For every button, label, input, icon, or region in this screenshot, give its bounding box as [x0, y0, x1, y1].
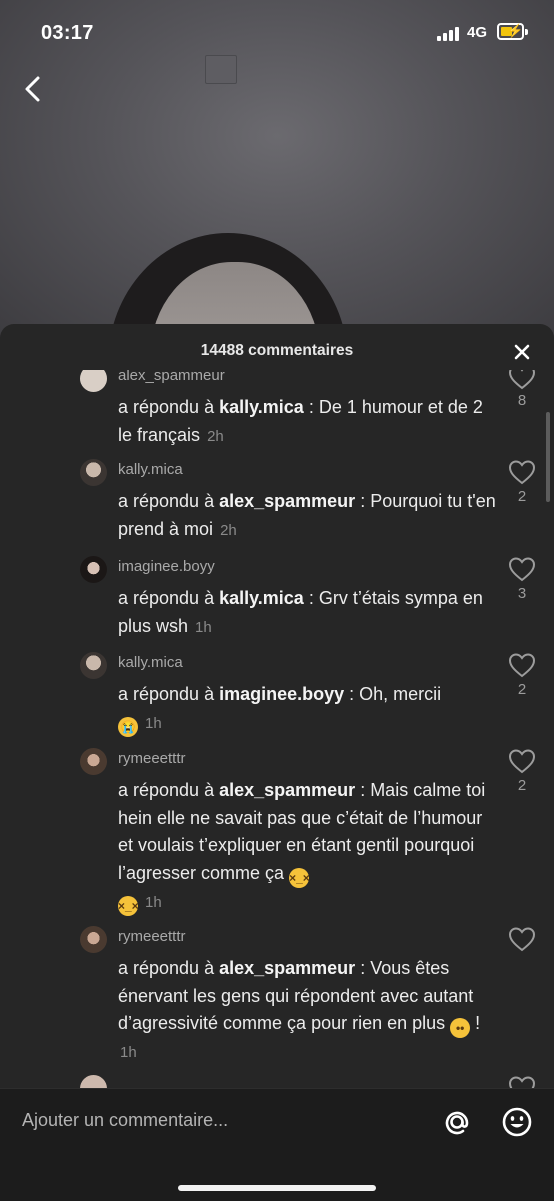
comment-count: 14488 commentaires: [200, 342, 354, 359]
emoji-button[interactable]: [500, 1105, 534, 1139]
avatar[interactable]: [80, 748, 107, 775]
like-count: 2: [517, 777, 527, 794]
heart-outline-icon[interactable]: [508, 652, 536, 678]
comment-text: a répondu à alex_spammeur : Pourquoi tu …: [118, 491, 496, 539]
signal-icon: [437, 26, 461, 41]
comment-username[interactable]: rymeeetttr: [118, 750, 186, 767]
heart-outline-icon[interactable]: [508, 459, 536, 485]
like-count: 8: [517, 392, 527, 409]
comment-time: 1h: [195, 618, 212, 636]
comment-input-bar: Ajouter un commentaire...: [0, 1088, 554, 1201]
close-button[interactable]: [511, 341, 533, 363]
avatar[interactable]: [80, 1075, 107, 1088]
back-button[interactable]: [20, 74, 50, 104]
comment-text: a répondu à kally.mica : De 1 humour et …: [118, 397, 483, 445]
status-time: 03:17: [41, 22, 94, 44]
avatar[interactable]: [80, 556, 107, 583]
comment-username[interactable]: kally.mica: [118, 654, 183, 671]
mention[interactable]: kally.mica: [219, 397, 304, 417]
mention[interactable]: alex_spammeur: [219, 958, 355, 978]
comment-time: 1h: [145, 714, 162, 732]
status-bar: 03:17 4G ⚡: [0, 0, 554, 64]
like-count: 2: [517, 488, 527, 505]
avatar[interactable]: [80, 652, 107, 679]
comment-input[interactable]: Ajouter un commentaire...: [22, 1110, 228, 1131]
dizzy-face-emoji-icon: ×_×: [118, 895, 139, 916]
scrollbar[interactable]: [546, 412, 550, 502]
smile-icon: [502, 1107, 532, 1137]
eye-roll-emoji-icon: ••: [450, 1018, 471, 1038]
comment-time: 2h: [220, 521, 237, 539]
comment-text: a répondu à alex_spammeur : Vous êtes én…: [118, 958, 481, 1061]
network-type: 4G: [467, 24, 488, 41]
heart-outline-icon[interactable]: [508, 748, 536, 774]
heart-outline-icon[interactable]: [508, 370, 536, 390]
close-icon: [514, 344, 530, 360]
comments-sheet: 14488 commentaires alex_spammeur a répon…: [0, 324, 554, 1200]
home-indicator[interactable]: [178, 1185, 376, 1191]
comment-text: a répondu à alex_spammeur : Mais calme t…: [118, 777, 498, 916]
comment-text: a répondu à imaginee.boyy : Oh, mercii 😭…: [118, 681, 498, 737]
comment-time: 1h: [145, 893, 162, 911]
comment-text: a répondu à kally.mica : Grv t’étais sym…: [118, 588, 483, 636]
comment-username[interactable]: kally.mica: [118, 461, 183, 478]
avatar[interactable]: [80, 370, 107, 392]
comment-time: 2h: [207, 427, 224, 445]
comment-username[interactable]: imaginee.boyy: [118, 558, 215, 575]
mention[interactable]: alex_spammeur: [219, 780, 355, 800]
comment-username[interactable]: alex_spammeur: [118, 370, 225, 384]
dizzy-face-emoji-icon: ×_×: [289, 867, 310, 888]
mention-button[interactable]: [440, 1105, 474, 1139]
mention[interactable]: imaginee.boyy: [219, 684, 344, 704]
avatar[interactable]: [80, 926, 107, 953]
avatar[interactable]: [80, 459, 107, 486]
chevron-left-icon: [25, 76, 40, 102]
battery-icon: ⚡: [497, 23, 528, 40]
mention[interactable]: kally.mica: [219, 588, 304, 608]
mention[interactable]: alex_spammeur: [219, 491, 355, 511]
heart-outline-icon[interactable]: [508, 556, 536, 582]
comment-time: 1h: [120, 1044, 137, 1061]
at-icon: [445, 1111, 469, 1135]
crying-emoji-icon: 😭: [118, 716, 138, 737]
comment-list[interactable]: alex_spammeur a répondu à kally.mica : D…: [0, 370, 554, 1088]
heart-outline-icon[interactable]: [508, 926, 536, 952]
like-count: 2: [517, 681, 527, 698]
heart-outline-icon[interactable]: [508, 1075, 536, 1088]
like-count: 3: [517, 585, 527, 602]
comment-username[interactable]: rymeeetttr: [118, 928, 186, 945]
